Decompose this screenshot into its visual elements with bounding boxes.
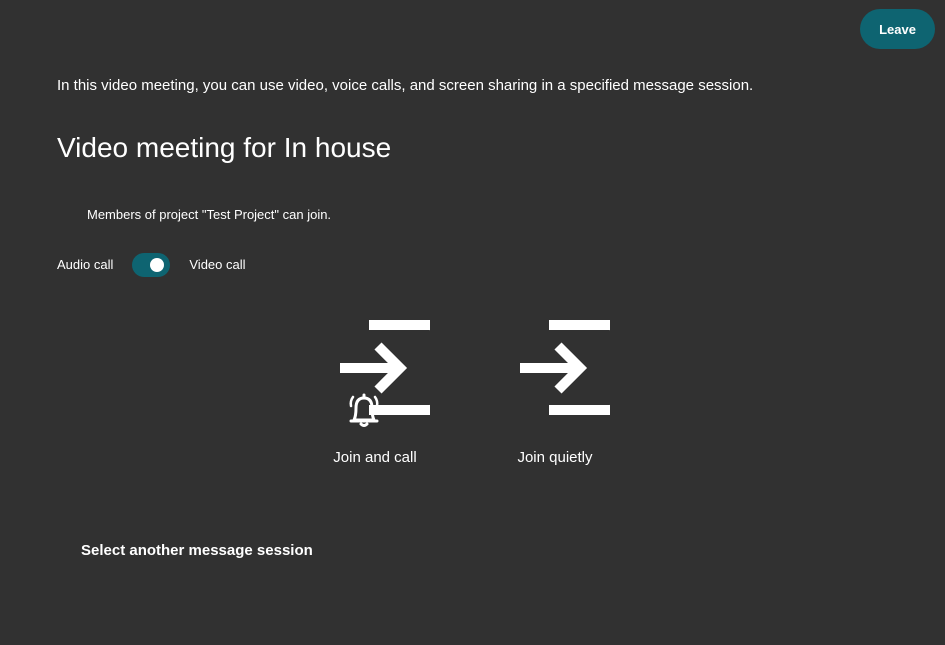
audio-call-label: Audio call — [57, 257, 114, 272]
enter-with-bell-icon — [340, 320, 430, 427]
enter-icon — [520, 320, 610, 415]
select-another-session-link[interactable]: Select another message session — [81, 541, 313, 561]
members-note: Members of project "Test Project" can jo… — [87, 207, 332, 222]
video-call-label: Video call — [189, 257, 246, 272]
join-quietly-label: Join quietly — [517, 449, 593, 466]
meeting-description: In this video meeting, you can use video… — [57, 77, 754, 94]
join-and-call-label: Join and call — [333, 449, 417, 466]
bell-icon — [349, 393, 379, 427]
join-and-call-button[interactable]: Join and call — [305, 320, 445, 468]
call-mode-switch: Audio call Video call — [57, 252, 246, 278]
leave-button[interactable]: Leave — [860, 9, 935, 49]
join-quietly-button[interactable]: Join quietly — [485, 320, 625, 468]
page-title: Video meeting for In house — [57, 132, 392, 163]
toggle-knob — [150, 258, 165, 272]
call-mode-toggle[interactable] — [132, 253, 171, 277]
